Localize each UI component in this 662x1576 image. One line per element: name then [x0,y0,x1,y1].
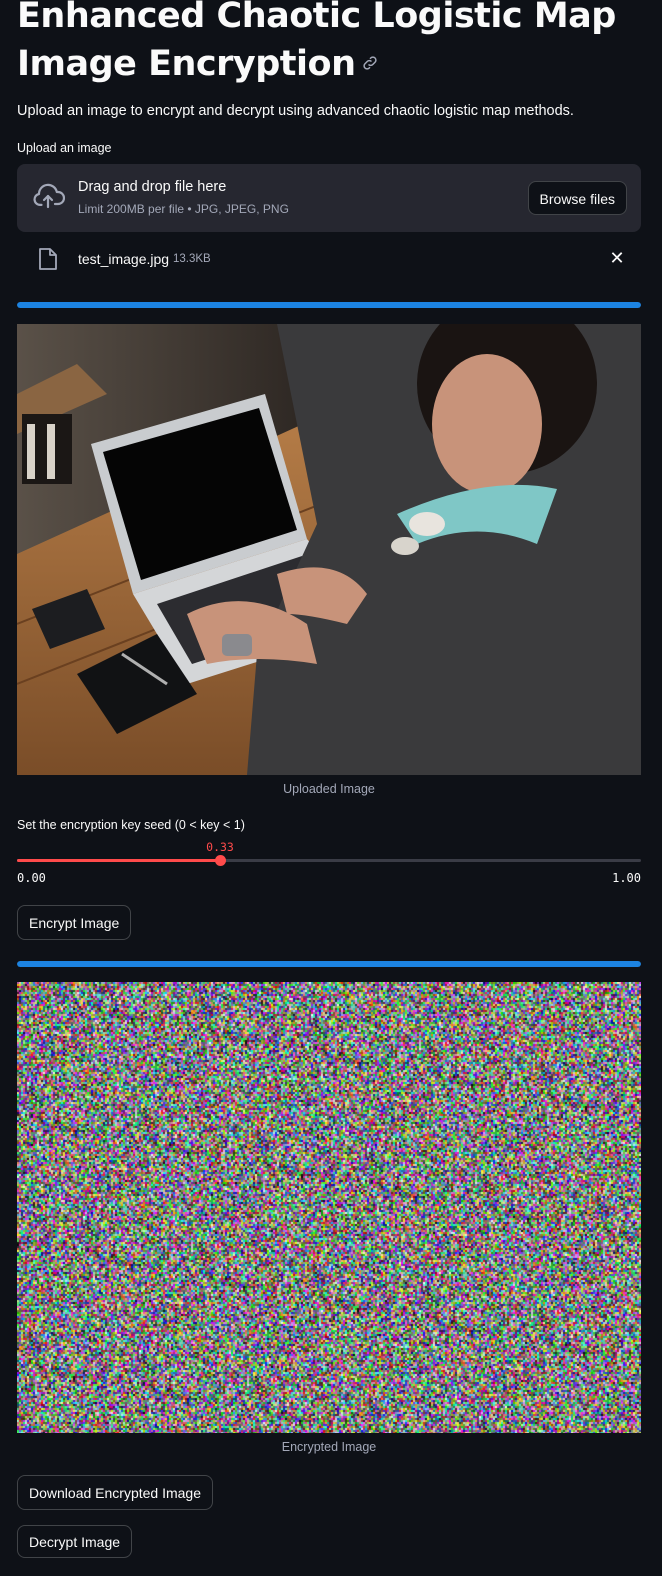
uploaded-image-caption: Uploaded Image [283,782,375,796]
upload-label: Upload an image [17,141,112,155]
browse-files-button[interactable]: Browse files [527,181,627,215]
file-dropzone[interactable]: Drag and drop file here Limit 200MB per … [17,164,641,232]
slider-track-fill [17,859,220,862]
laptop-photo [17,324,641,775]
encrypt-image-button[interactable]: Encrypt Image [17,905,132,940]
slider-thumb[interactable] [215,855,226,866]
slider-label: Set the encryption key seed (0 < key < 1… [17,818,245,832]
slider-value: 0.33 [206,840,234,854]
decrypt-image-button[interactable]: Decrypt Image [17,1525,133,1558]
encrypted-noise [17,982,641,1433]
cloud-upload-icon [33,183,65,209]
encrypted-image [17,982,641,1433]
upload-progress-fill [17,302,641,308]
page-title: Enhanced Chaotic Logistic Map Image Encr… [17,0,616,84]
encrypt-progress-bar [17,961,641,967]
link-icon[interactable] [361,54,379,72]
encryption-key-slider[interactable]: 0.33 0.00 1.00 [17,840,641,890]
page-subtitle: Upload an image to encrypt and decrypt u… [17,103,574,119]
slider-min: 0.00 [17,871,46,885]
remove-file-icon[interactable]: ✕ [609,249,625,267]
dropzone-limit: Limit 200MB per file • JPG, JPEG, PNG [78,202,289,216]
uploaded-file-row: test_image.jpg 13.3KB ✕ [17,245,641,275]
file-size: 13.3KB [173,253,211,265]
download-encrypted-button[interactable]: Download Encrypted Image [17,1475,213,1510]
dropzone-title: Drag and drop file here [78,179,227,195]
encrypt-progress-fill [17,961,641,967]
upload-progress-bar [17,302,641,308]
file-name: test_image.jpg [78,251,170,267]
uploaded-image [17,324,641,775]
encrypted-image-caption: Encrypted Image [281,1440,377,1454]
slider-max: 1.00 [612,871,641,885]
file-icon [39,248,57,270]
